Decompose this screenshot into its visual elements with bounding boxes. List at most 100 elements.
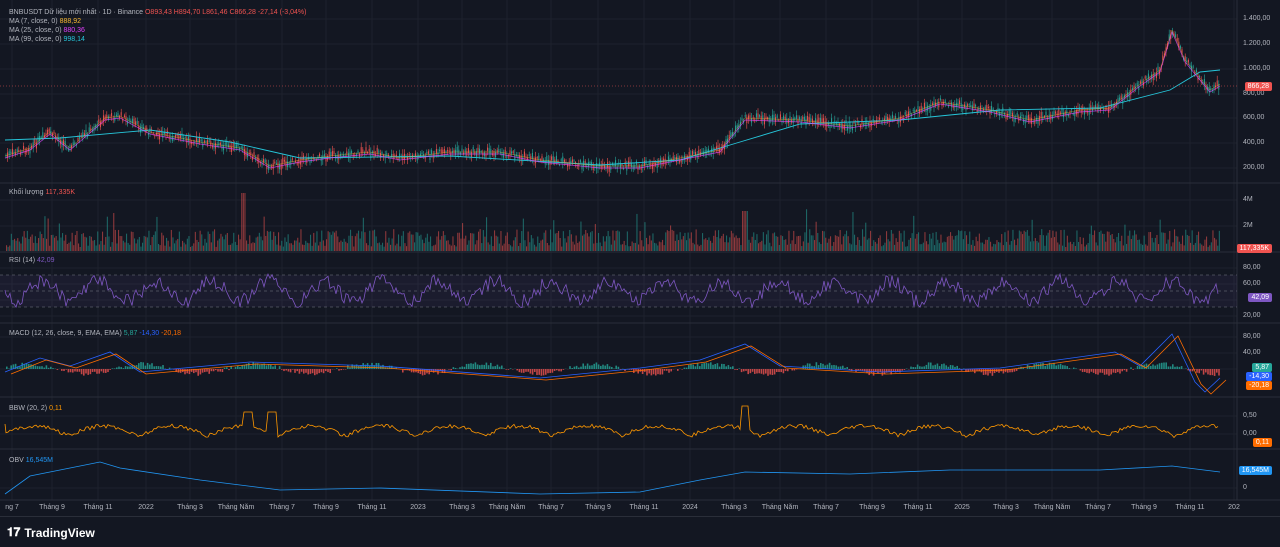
volume-bar bbox=[670, 225, 671, 251]
macd-histogram-bar bbox=[123, 368, 125, 369]
bbw-tag: 0,11 bbox=[1253, 438, 1272, 447]
candle-body bbox=[599, 163, 600, 167]
volume-bar bbox=[305, 241, 306, 251]
ma99-legend[interactable]: MA (99, close, 0) 998,14 bbox=[9, 35, 85, 44]
volume-bar bbox=[696, 229, 697, 251]
rsi-axis-label: 80,00 bbox=[1243, 264, 1261, 272]
candle-body bbox=[231, 147, 232, 152]
volume-bar bbox=[54, 238, 55, 251]
macd-histogram-bar bbox=[651, 369, 653, 375]
candle-body bbox=[1022, 115, 1023, 116]
macd-histogram-bar bbox=[382, 365, 384, 369]
macd-histogram-bar bbox=[543, 369, 545, 375]
volume-bar bbox=[555, 234, 556, 251]
volume-bar bbox=[628, 246, 629, 251]
volume-bar bbox=[321, 231, 322, 251]
volume-bar bbox=[1112, 234, 1113, 251]
macd-histogram-bar bbox=[39, 366, 41, 369]
volume-bar bbox=[870, 231, 871, 251]
macd-histogram-bar bbox=[147, 363, 149, 369]
volume-bar bbox=[680, 232, 681, 251]
volume-bar bbox=[731, 231, 732, 251]
candle-body bbox=[742, 118, 743, 120]
macd-histogram-bar bbox=[46, 365, 48, 369]
volume-bar bbox=[1131, 239, 1132, 251]
volume-bar bbox=[12, 240, 13, 251]
candle-body bbox=[1177, 38, 1178, 41]
ma7-legend[interactable]: MA (7, close, 0) 888,92 bbox=[9, 17, 81, 26]
volume-bar bbox=[420, 235, 421, 251]
candle-body bbox=[631, 163, 632, 167]
volume-bar bbox=[632, 241, 633, 251]
macd-histogram-bar bbox=[483, 365, 485, 369]
candle-body bbox=[1193, 67, 1194, 68]
volume-bar bbox=[849, 243, 850, 251]
candle-body bbox=[748, 116, 749, 120]
volume-bar bbox=[644, 222, 645, 251]
ma25-legend[interactable]: MA (25, close, 0) 880,36 bbox=[9, 26, 85, 35]
volume-bar bbox=[73, 245, 74, 251]
volume-bar bbox=[382, 243, 383, 251]
tradingview-logo[interactable]: 𝟏𝟕 TradingView bbox=[7, 525, 95, 540]
volume-bar bbox=[998, 242, 999, 251]
candle-body bbox=[417, 157, 418, 161]
volume-bar bbox=[454, 245, 455, 251]
bbw-legend[interactable]: BBW (20, 2) 0,11 bbox=[9, 404, 62, 413]
volume-bar bbox=[830, 236, 831, 251]
volume-bar bbox=[700, 245, 701, 251]
volume-bar bbox=[99, 244, 100, 251]
candle-body bbox=[194, 141, 195, 142]
macd-histogram-bar bbox=[1192, 369, 1194, 371]
candle-body bbox=[98, 119, 99, 122]
volume-bar bbox=[228, 245, 229, 251]
volume-bar bbox=[502, 246, 503, 251]
macd-histogram-bar bbox=[569, 366, 571, 369]
time-axis-label: Tháng Năm bbox=[218, 504, 255, 511]
volume-bar bbox=[1065, 247, 1066, 251]
volume-bar bbox=[958, 230, 959, 251]
macd-histogram-bar bbox=[1062, 365, 1064, 369]
macd-histogram-bar bbox=[459, 367, 461, 369]
candle-body bbox=[134, 119, 135, 124]
obv-legend[interactable]: OBV 16,545M bbox=[9, 456, 53, 465]
volume-bar bbox=[222, 237, 223, 251]
candle-body bbox=[319, 154, 320, 157]
volume-bar bbox=[136, 243, 137, 251]
macd-histogram-bar bbox=[989, 369, 991, 373]
macd-histogram-bar bbox=[160, 367, 162, 369]
volume-bar bbox=[942, 243, 943, 251]
macd-histogram-bar bbox=[314, 369, 316, 375]
volume-bar bbox=[155, 231, 156, 251]
rsi-legend[interactable]: RSI (14) 42,09 bbox=[9, 256, 55, 265]
volume-bar bbox=[100, 241, 101, 251]
volume-bar bbox=[240, 239, 241, 251]
macd-histogram-bar bbox=[1157, 364, 1159, 369]
time-axis-label: Tháng 7 bbox=[269, 504, 295, 511]
chart-canvas[interactable] bbox=[0, 0, 1280, 516]
candle-body bbox=[70, 145, 71, 148]
macd-hist-tag: 5,87 bbox=[1252, 363, 1272, 372]
volume-bar bbox=[147, 237, 148, 251]
macd-legend[interactable]: MACD (12, 26, close, 9, EMA, EMA) 5,87 -… bbox=[9, 329, 181, 338]
macd-histogram-bar bbox=[87, 369, 89, 375]
macd-histogram-bar bbox=[932, 365, 934, 369]
candle-body bbox=[362, 149, 363, 152]
volume-bar bbox=[659, 242, 660, 251]
volume-bar bbox=[457, 233, 458, 251]
volume-bar bbox=[409, 231, 410, 251]
volume-legend[interactable]: Khối lượng 117,335K bbox=[9, 188, 75, 197]
volume-bar bbox=[441, 236, 442, 251]
macd-histogram-bar bbox=[910, 367, 912, 369]
volume-bar bbox=[1043, 235, 1044, 251]
candle-body bbox=[972, 105, 973, 110]
macd-histogram-bar bbox=[1042, 363, 1044, 369]
time-axis-label: Tháng Năm bbox=[489, 504, 526, 511]
volume-bar bbox=[806, 209, 807, 251]
volume-bar bbox=[1126, 244, 1127, 251]
candle-body bbox=[567, 164, 568, 167]
candle-body bbox=[698, 150, 699, 155]
volume-bar bbox=[921, 244, 922, 251]
macd-histogram-bar bbox=[919, 366, 921, 369]
volume-bar bbox=[339, 242, 340, 251]
volume-bar bbox=[1035, 238, 1036, 251]
